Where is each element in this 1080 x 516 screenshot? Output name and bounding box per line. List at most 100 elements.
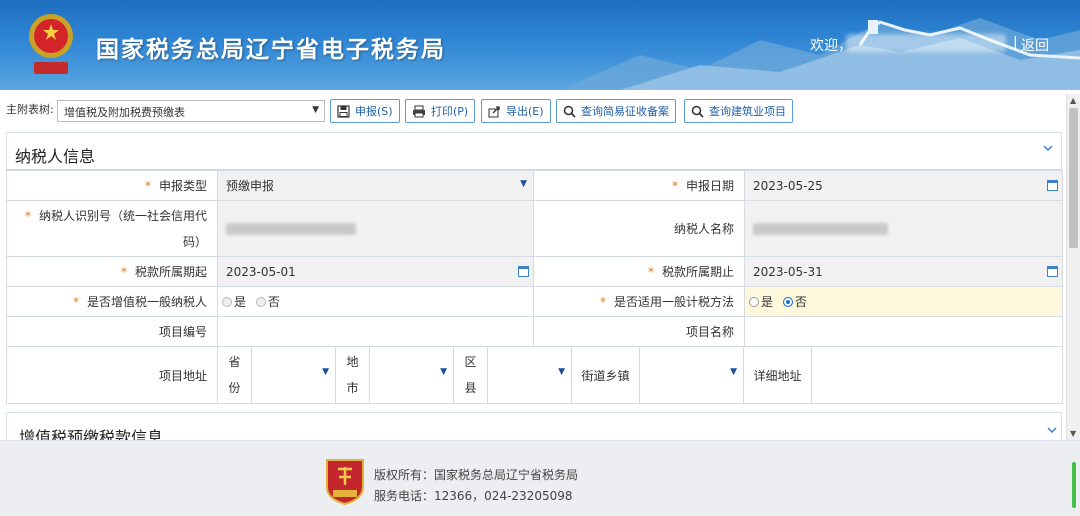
general-vat-yes-label: 是 — [234, 295, 247, 309]
general-vat-radio-group: 是 否 — [217, 286, 534, 317]
site-title: 国家税务总局辽宁省电子税务局 — [96, 37, 446, 63]
taxpayer-name-field[interactable] — [744, 200, 1063, 257]
period-end-label: * 税款所属期止 — [533, 256, 745, 287]
project-name-label: 项目名称 — [533, 316, 745, 347]
main-panel: 纳税人信息 * 申报类型 预缴申报 ▼ * 申报日期 2023-05-25 * 纳税人识… — [6, 132, 1063, 442]
taxpayer-section-header[interactable]: 纳税人信息 — [6, 132, 1062, 170]
declare-type-select[interactable]: 预缴申报 ▼ — [217, 170, 534, 201]
general-vat-yes-radio[interactable] — [222, 297, 232, 307]
required-star: * — [24, 208, 31, 223]
caret-down-icon: ▼ — [730, 367, 737, 377]
sheet-tree-select[interactable]: 增值税及附加税费预缴表 ▼ — [57, 100, 325, 122]
tax-id-redacted — [226, 223, 356, 235]
chevron-down-icon[interactable] — [1043, 143, 1053, 153]
caret-down-icon: ▼ — [440, 367, 447, 377]
save-icon — [337, 104, 350, 118]
taxpayer-name-label: 纳税人名称 — [533, 200, 745, 257]
required-star: * — [72, 295, 79, 309]
tax-id-field[interactable] — [217, 200, 534, 257]
party-govt-badge-icon — [326, 459, 364, 505]
declare-date-label: * 申报日期 — [533, 170, 745, 201]
export-button[interactable]: 导出(E) — [481, 99, 551, 123]
city-select[interactable]: ▼ — [370, 347, 454, 403]
project-addr-fields: 省份 ▼ 地市 ▼ 区县 ▼ 街道乡镇 ▼ 详细地址 — [217, 346, 1063, 404]
sheet-tree-label: 主附表树: — [6, 103, 54, 116]
general-method-yes-radio[interactable] — [749, 297, 759, 307]
general-method-yes-label: 是 — [761, 295, 774, 309]
general-vat-no-radio[interactable] — [255, 297, 266, 307]
province-label: 省份 — [218, 347, 252, 403]
required-star: * — [599, 295, 606, 309]
site-header: 国家税务总局辽宁省电子税务局 欢迎， | 返回 — [0, 0, 1080, 90]
scroll-up-arrow-icon[interactable]: ▲ — [1070, 96, 1076, 105]
declare-type-value: 预缴申报 — [226, 179, 275, 193]
general-method-label: * 是否适用一般计税方法 — [533, 286, 745, 317]
declare-date-value: 2023-05-25 — [753, 178, 823, 193]
caret-down-icon: ▼ — [312, 105, 319, 115]
detail-addr-field[interactable] — [812, 347, 1062, 403]
side-indicator — [1072, 462, 1076, 508]
query-simple-collection-button[interactable]: 查询简易征收备案 — [556, 99, 676, 123]
service-hotline-text: 服务电话：12366，024-23205098 — [374, 489, 573, 503]
sheet-tree-value: 增值税及附加税费预缴表 — [64, 106, 185, 119]
declare-date-field[interactable]: 2023-05-25 — [744, 170, 1063, 201]
caret-down-icon: ▼ — [558, 367, 565, 377]
declare-button[interactable]: 申报(S) — [330, 99, 400, 123]
header-separator: | — [1013, 35, 1018, 51]
city-label: 地市 — [336, 347, 370, 403]
street-label: 街道乡镇 — [572, 347, 640, 403]
county-label: 区县 — [454, 347, 488, 403]
general-method-no-radio[interactable] — [782, 297, 793, 307]
toolbar: 主附表树: 增值税及附加税费预缴表 ▼ 申报(S) 打印(P) 导出(E) 查询… — [0, 90, 1066, 130]
declare-button-label: 申报(S) — [355, 105, 393, 118]
period-end-value: 2023-05-31 — [753, 264, 823, 279]
print-button[interactable]: 打印(P) — [405, 99, 476, 123]
calendar-icon[interactable] — [1047, 266, 1058, 277]
caret-down-icon: ▼ — [322, 367, 329, 377]
required-star: * — [647, 265, 654, 279]
caret-down-icon: ▼ — [520, 179, 527, 189]
tax-id-label: * 纳税人识别号（统一社会信用代码） — [6, 200, 218, 257]
scroll-down-arrow-icon[interactable]: ▼ — [1070, 429, 1076, 438]
taxpayer-name-redacted — [753, 223, 888, 235]
search-icon — [563, 105, 576, 118]
project-no-field[interactable] — [217, 316, 534, 347]
vertical-scrollbar[interactable]: ▲ ▼ — [1066, 94, 1080, 440]
street-select[interactable]: ▼ — [640, 347, 744, 403]
printer-icon — [413, 105, 425, 117]
username-redacted — [846, 34, 1006, 52]
period-start-label: * 税款所属期起 — [6, 256, 218, 287]
scrollbar-thumb[interactable] — [1069, 108, 1078, 248]
period-start-field[interactable]: 2023-05-01 — [217, 256, 534, 287]
query-construction-project-button[interactable]: 查询建筑业项目 — [684, 99, 793, 123]
province-select[interactable]: ▼ — [252, 347, 336, 403]
declare-type-label: * 申报类型 — [6, 170, 218, 201]
project-addr-label: 项目地址 — [6, 346, 218, 404]
chevron-down-icon[interactable] — [1047, 425, 1057, 435]
general-vat-no-label: 否 — [267, 295, 280, 309]
period-end-field[interactable]: 2023-05-31 — [744, 256, 1063, 287]
back-link[interactable]: 返回 — [1021, 35, 1049, 55]
query-simple-collection-label: 查询简易征收备案 — [581, 105, 669, 118]
project-no-label: 项目编号 — [6, 316, 218, 347]
copyright-text: 版权所有：国家税务总局辽宁省税务局 — [374, 468, 579, 482]
required-star: * — [144, 179, 151, 193]
export-button-label: 导出(E) — [506, 105, 544, 118]
search-icon — [691, 105, 704, 118]
general-method-no-label: 否 — [794, 295, 807, 309]
query-construction-project-label: 查询建筑业项目 — [709, 105, 786, 118]
taxpayer-form: * 申报类型 预缴申报 ▼ * 申报日期 2023-05-25 * 纳税人识别号（统一社… — [6, 170, 1063, 404]
detail-addr-label: 详细地址 — [744, 347, 812, 403]
taxpayer-section-title: 纳税人信息 — [15, 147, 96, 166]
calendar-icon[interactable] — [518, 266, 529, 277]
print-button-label: 打印(P) — [431, 105, 469, 118]
required-star: * — [671, 179, 678, 193]
calendar-icon[interactable] — [1047, 180, 1058, 191]
county-select[interactable]: ▼ — [488, 347, 572, 403]
period-start-value: 2023-05-01 — [226, 264, 296, 279]
required-star: * — [120, 265, 127, 279]
site-footer: 版权所有：国家税务总局辽宁省税务局 服务电话：12366，024-2320509… — [0, 440, 1080, 516]
vat-prepay-section-header[interactable]: 增值税预缴税款信息 — [6, 412, 1062, 442]
project-name-field[interactable] — [744, 316, 1063, 347]
general-method-radio-group: 是 否 — [744, 286, 1063, 317]
